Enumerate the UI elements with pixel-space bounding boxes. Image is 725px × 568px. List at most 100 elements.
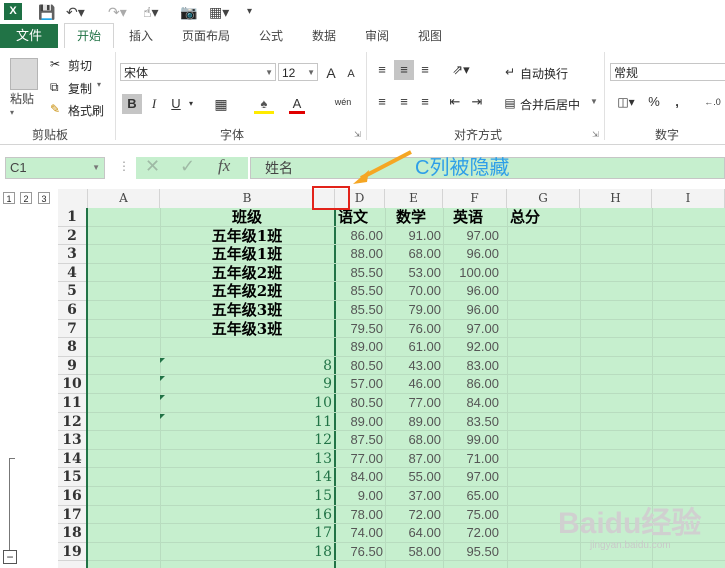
cell-score-f[interactable]: 97.00: [443, 227, 499, 246]
tab-review[interactable]: 审阅: [365, 24, 389, 48]
dialog-launcher-icon[interactable]: ⇲: [592, 130, 599, 139]
align-top-icon[interactable]: ≡: [373, 60, 391, 80]
row-header[interactable]: 15: [58, 468, 86, 487]
cell-score-e[interactable]: 89.00: [385, 413, 441, 432]
tab-home[interactable]: 开始: [64, 23, 114, 50]
tab-insert[interactable]: 插入: [129, 24, 153, 48]
accounting-format-icon[interactable]: ◫▾: [612, 92, 640, 112]
cell-class[interactable]: 五年级3班: [160, 320, 334, 339]
cell-score-d[interactable]: 87.50: [335, 431, 383, 450]
cell-score-d[interactable]: 89.00: [335, 338, 383, 357]
cell-score-e[interactable]: 68.00: [385, 245, 441, 264]
cell-score-f[interactable]: 96.00: [443, 282, 499, 301]
error-indicator-icon[interactable]: [160, 413, 165, 419]
cell-score-d[interactable]: 85.50: [335, 264, 383, 283]
cell-score-e[interactable]: 46.00: [385, 375, 441, 394]
format-painter-button[interactable]: 格式刷: [68, 102, 104, 119]
chevron-down-icon[interactable]: ▾: [186, 94, 196, 114]
row-header[interactable]: 17: [58, 506, 86, 525]
cell-class[interactable]: 五年级1班: [160, 245, 334, 264]
cell-score-d[interactable]: 88.00: [335, 245, 383, 264]
cell-score-f[interactable]: 97.00: [443, 468, 499, 487]
touch-mode-icon[interactable]: ☝▾: [143, 3, 159, 21]
row-header[interactable]: 9: [58, 357, 86, 376]
cell-score-e[interactable]: 53.00: [385, 264, 441, 283]
cell-f1[interactable]: 英语: [453, 208, 483, 227]
cell-score-f[interactable]: 65.00: [443, 487, 499, 506]
paste-button[interactable]: 粘贴: [10, 90, 34, 107]
font-color-icon[interactable]: A: [289, 94, 305, 114]
cell-score-f[interactable]: 97.00: [443, 320, 499, 339]
cell-score-e[interactable]: 64.00: [385, 524, 441, 543]
column-header-f[interactable]: F: [443, 189, 507, 208]
fill-color-icon[interactable]: ♠: [254, 94, 274, 114]
border-icon[interactable]: ▦: [208, 94, 234, 114]
cell-class[interactable]: 五年级2班: [160, 264, 334, 283]
decrease-indent-icon[interactable]: ⇤: [446, 92, 464, 112]
cell-score-d[interactable]: 86.00: [335, 227, 383, 246]
align-center-icon[interactable]: ≡: [394, 92, 414, 112]
number-format-select[interactable]: 常规: [610, 63, 725, 81]
cell-score-f[interactable]: 75.00: [443, 506, 499, 525]
row-header[interactable]: 8: [58, 338, 86, 357]
cell-score-f[interactable]: 99.00: [443, 431, 499, 450]
row-header[interactable]: 16: [58, 487, 86, 506]
copy-button[interactable]: 复制: [68, 80, 92, 97]
italic-button[interactable]: I: [146, 94, 162, 114]
row-header[interactable]: 7: [58, 320, 86, 339]
cell-score-e[interactable]: 37.00: [385, 487, 441, 506]
cell-score-d[interactable]: 80.50: [335, 357, 383, 376]
cell-score-e[interactable]: 58.00: [385, 543, 441, 562]
cell-score-e[interactable]: 70.00: [385, 282, 441, 301]
row-header[interactable]: 6: [58, 301, 86, 320]
cell-score-e[interactable]: 77.00: [385, 394, 441, 413]
cell-class-number[interactable]: 17: [160, 524, 332, 543]
paste-icon[interactable]: [10, 58, 38, 90]
cell-class-number[interactable]: 13: [160, 450, 332, 469]
cell-class-number[interactable]: 9: [160, 375, 332, 394]
cell-class-number[interactable]: 11: [160, 413, 332, 432]
orientation-icon[interactable]: ⇗▾: [448, 60, 474, 80]
cell-score-d[interactable]: 84.00: [335, 468, 383, 487]
enter-icon[interactable]: ✓: [180, 156, 195, 177]
tab-data[interactable]: 数据: [312, 24, 336, 48]
cell-score-e[interactable]: 55.00: [385, 468, 441, 487]
cell-d1[interactable]: 语文: [338, 208, 368, 227]
dialog-launcher-icon[interactable]: ⇲: [354, 130, 361, 139]
undo-icon[interactable]: ↶▾: [66, 3, 85, 21]
row-header[interactable]: 14: [58, 450, 86, 469]
cell-score-e[interactable]: 76.00: [385, 320, 441, 339]
increase-indent-icon[interactable]: ⇥: [468, 92, 486, 112]
shrink-font-button[interactable]: A: [343, 64, 359, 84]
cell-class-number[interactable]: 8: [160, 357, 332, 376]
cell-score-f[interactable]: 71.00: [443, 450, 499, 469]
cell-class[interactable]: 五年级3班: [160, 301, 334, 320]
cell-score-f[interactable]: 96.00: [443, 245, 499, 264]
error-indicator-icon[interactable]: [160, 376, 165, 382]
grow-font-button[interactable]: A: [322, 63, 340, 83]
cancel-icon[interactable]: ✕: [145, 156, 160, 177]
cell-class-number[interactable]: 10: [160, 394, 332, 413]
row-header[interactable]: 3: [58, 245, 86, 264]
cell-class-number[interactable]: 15: [160, 487, 332, 506]
cell-score-d[interactable]: 85.50: [335, 301, 383, 320]
row-header[interactable]: 11: [58, 394, 86, 413]
cell-class-number[interactable]: 18: [160, 543, 332, 562]
row-header[interactable]: 13: [58, 431, 86, 450]
row-header[interactable]: 12: [58, 413, 86, 432]
column-header-e[interactable]: E: [385, 189, 443, 208]
cell-score-d[interactable]: 78.00: [335, 506, 383, 525]
row-header[interactable]: 5: [58, 282, 86, 301]
align-left-icon[interactable]: ≡: [373, 92, 391, 112]
cut-button[interactable]: 剪切: [68, 57, 92, 74]
row-header[interactable]: 1: [58, 208, 86, 227]
tab-page-layout[interactable]: 页面布局: [182, 24, 230, 48]
underline-button[interactable]: U: [168, 94, 184, 114]
cell-score-d[interactable]: 77.00: [335, 450, 383, 469]
insert-function-button[interactable]: fx: [218, 156, 230, 176]
cell-score-d[interactable]: 76.50: [335, 543, 383, 562]
cell-score-f[interactable]: 86.00: [443, 375, 499, 394]
cell-score-f[interactable]: 83.50: [443, 413, 499, 432]
font-name-select[interactable]: 宋体 ▼: [120, 63, 276, 81]
cell-class-number[interactable]: 12: [160, 431, 332, 450]
